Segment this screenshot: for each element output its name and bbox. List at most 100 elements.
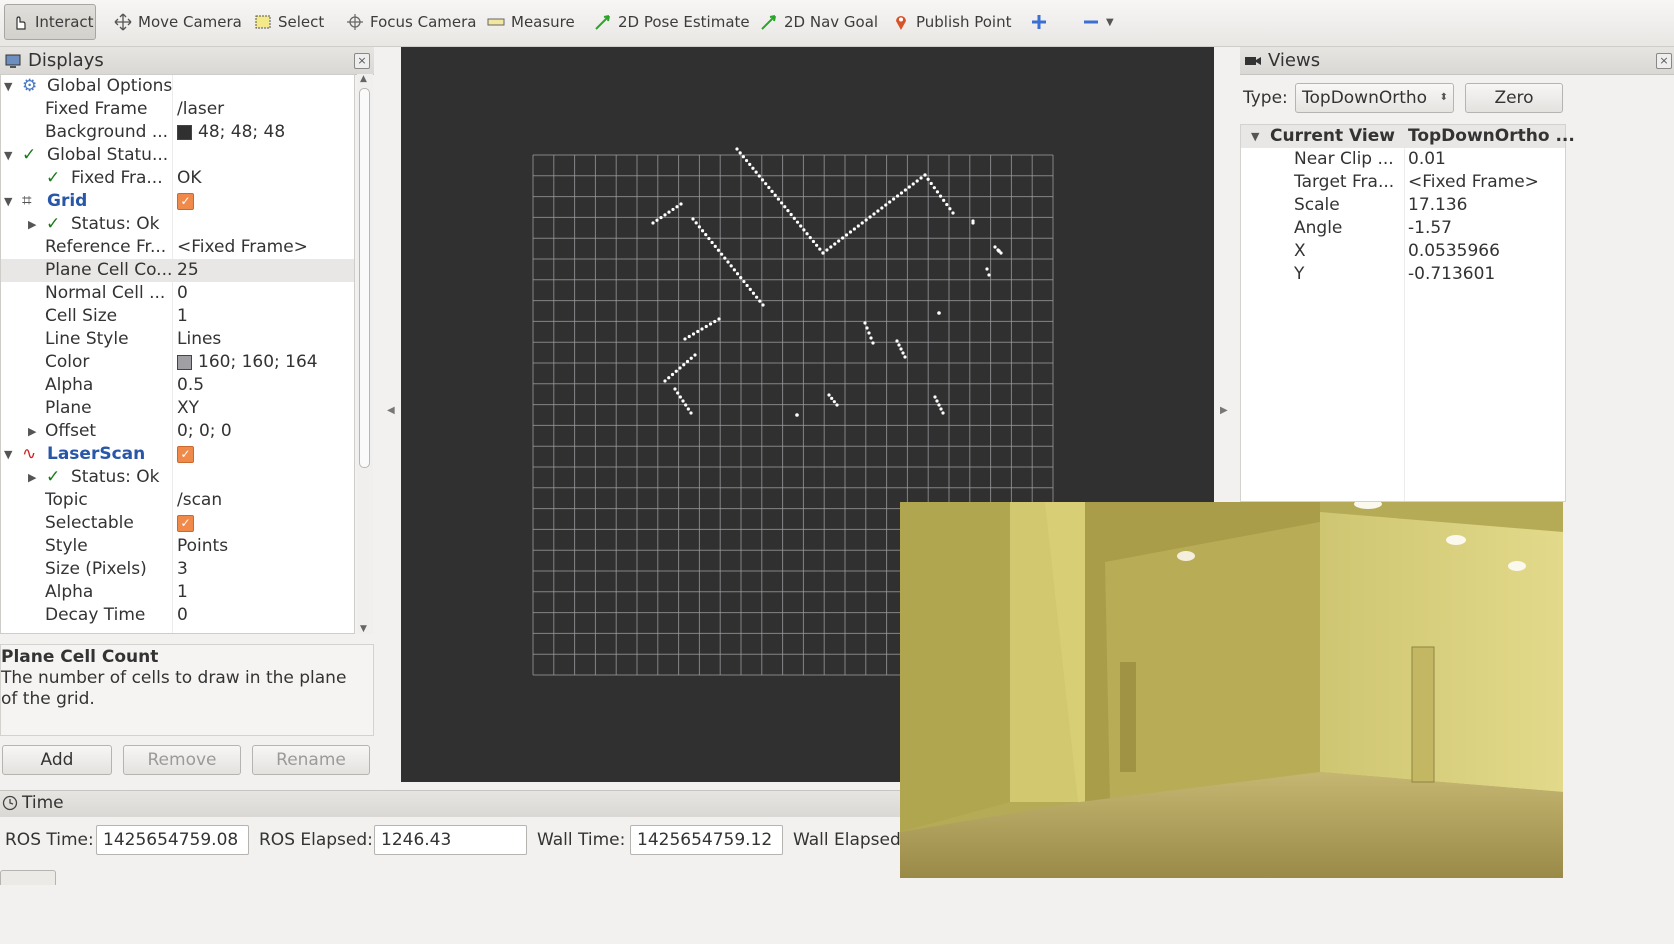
right-splitter-arrow-icon[interactable]: ▶ xyxy=(1220,405,1228,416)
property-row[interactable]: Normal Cell ... 0 xyxy=(1,282,354,305)
property-row[interactable]: ▼ ∿ LaserScan ✓ xyxy=(1,443,354,466)
property-value: 48; 48; 48 xyxy=(177,121,285,144)
view-property-row[interactable]: Scale 17.136 xyxy=(1241,194,1565,217)
view-property-row[interactable]: Near Clip ... 0.01 xyxy=(1241,148,1565,171)
laser-scan-points xyxy=(651,147,1003,417)
property-value: Lines xyxy=(177,329,222,349)
property-value: 0.5 xyxy=(177,375,205,395)
view-property-row[interactable]: Angle -1.57 xyxy=(1241,217,1565,240)
property-row[interactable]: Plane Cell Co... 25 xyxy=(1,259,354,282)
add-button[interactable]: Add xyxy=(2,745,112,775)
close-panel-button[interactable]: × xyxy=(1656,53,1672,69)
collapse-arrow-icon[interactable]: ▶ xyxy=(28,213,36,236)
property-row[interactable]: Size (Pixels) 3 xyxy=(1,558,354,581)
property-row[interactable]: ▼ ✓ Global Statu... xyxy=(1,144,354,167)
current-view-row[interactable]: ▼ Current View TopDownOrtho ... xyxy=(1241,125,1575,148)
property-row[interactable]: Style Points xyxy=(1,535,354,558)
wall-time-field[interactable]: 1425654759.12 xyxy=(630,825,783,855)
color-swatch[interactable] xyxy=(177,124,192,140)
property-value: 1 xyxy=(177,582,188,602)
property-row[interactable]: Plane XY xyxy=(1,397,354,420)
ros-elapsed-field[interactable]: 1246.43 xyxy=(374,825,527,855)
expand-arrow-icon[interactable]: ▼ xyxy=(4,144,12,167)
property-value[interactable]: ✓ xyxy=(177,190,194,213)
property-row[interactable]: Fixed Frame/laser xyxy=(1,98,354,121)
property-row[interactable]: Alpha 0.5 xyxy=(1,374,354,397)
publish-point-label: Publish Point xyxy=(916,13,1012,31)
property-row[interactable]: ▼ ⌗ Grid ✓ xyxy=(1,190,354,213)
monitor-icon xyxy=(5,54,21,68)
view-property-value: 0.01 xyxy=(1408,149,1446,169)
remove-tool-button[interactable]: ▼ xyxy=(1076,4,1120,40)
color-swatch[interactable] xyxy=(177,354,192,370)
move-camera-button[interactable]: Move Camera xyxy=(108,4,248,40)
ros-time-field[interactable]: 1425654759.08 xyxy=(96,825,249,855)
property-row[interactable]: ▼ ⚙ Global Options xyxy=(1,75,354,98)
ros-elapsed-label: ROS Elapsed: xyxy=(259,830,373,850)
color-value: 48; 48; 48 xyxy=(198,122,286,142)
collapse-arrow-icon[interactable]: ▶ xyxy=(28,466,36,489)
collapse-arrow-icon[interactable]: ▶ xyxy=(28,420,36,443)
property-row[interactable]: Reference Fr... <Fixed Frame> xyxy=(1,236,354,259)
view-property-name: Scale xyxy=(1294,195,1340,215)
select-label: Select xyxy=(278,13,325,31)
close-panel-button[interactable]: × xyxy=(354,53,370,69)
zero-button[interactable]: Zero xyxy=(1465,83,1563,113)
property-name: Alpha xyxy=(45,582,94,602)
property-row[interactable]: Cell Size 1 xyxy=(1,305,354,328)
property-value: XY xyxy=(177,398,200,418)
remove-button[interactable]: Remove xyxy=(123,745,241,775)
property-row[interactable]: ✓ Fixed Fra... OK xyxy=(1,167,354,190)
property-row[interactable]: Alpha 1 xyxy=(1,581,354,604)
nav-goal-button[interactable]: 2D Nav Goal xyxy=(754,4,884,40)
select-button[interactable]: Select xyxy=(248,4,330,40)
publish-point-button[interactable]: Publish Point xyxy=(886,4,1017,40)
focus-camera-button[interactable]: Focus Camera xyxy=(340,4,482,40)
add-tool-button[interactable] xyxy=(1024,4,1054,40)
rename-button[interactable]: Rename xyxy=(252,745,370,775)
property-row[interactable]: ▶ ✓ Status: Ok xyxy=(1,213,354,236)
expand-arrow-icon[interactable]: ▼ xyxy=(4,443,12,466)
view-property-row[interactable]: Y -0.713601 xyxy=(1241,263,1565,286)
property-row[interactable]: ▶ ✓ Status: Ok xyxy=(1,466,354,489)
property-row[interactable]: Background ... 48; 48; 48 xyxy=(1,121,354,144)
views-title: Views xyxy=(1268,50,1321,71)
minus-icon xyxy=(1084,20,1098,24)
view-property-row[interactable]: X 0.0535966 xyxy=(1241,240,1565,263)
left-splitter-arrow-icon[interactable]: ◀ xyxy=(387,405,395,416)
view-type-select[interactable]: TopDownOrtho ⬍ xyxy=(1295,83,1454,113)
property-row[interactable]: ▶ Offset 0; 0; 0 xyxy=(1,420,354,443)
property-value[interactable]: ✓ xyxy=(177,443,194,466)
toolbar: Interact Move Camera Select Focus Camera… xyxy=(0,0,1674,47)
enabled-checkbox[interactable]: ✓ xyxy=(177,445,194,463)
reset-button[interactable] xyxy=(0,870,56,885)
enabled-checkbox[interactable]: ✓ xyxy=(177,192,194,210)
displays-tree: ▼ ⚙ Global Options Fixed Frame/laser Backgro… xyxy=(0,74,355,634)
property-row[interactable]: Topic/scan xyxy=(1,489,354,512)
plus-icon xyxy=(1032,15,1046,29)
property-name: Selectable xyxy=(45,513,134,533)
scrollbar-thumb[interactable] xyxy=(359,88,370,468)
property-name: Cell Size xyxy=(45,306,118,326)
pose-estimate-button[interactable]: 2D Pose Estimate xyxy=(588,4,756,40)
enabled-checkbox[interactable]: ✓ xyxy=(177,514,194,532)
property-row[interactable]: Line Style Lines xyxy=(1,328,354,351)
views-tree: ▼ Current View TopDownOrtho ... Near Clip .… xyxy=(1240,124,1575,502)
expand-arrow-icon[interactable]: ▼ xyxy=(4,75,12,98)
laser-scan-icon: ∿ xyxy=(22,444,37,464)
expand-arrow-icon[interactable]: ▼ xyxy=(1251,125,1259,148)
view-type-value: TopDownOrtho xyxy=(1302,88,1428,108)
property-value: 3 xyxy=(177,559,188,579)
property-row[interactable]: Color 160; 160; 164 xyxy=(1,351,354,374)
displays-scrollbar[interactable]: ▲ ▼ xyxy=(357,74,373,634)
move-arrows-icon xyxy=(114,13,132,31)
property-value[interactable]: ✓ xyxy=(177,512,194,535)
interact-button[interactable]: Interact xyxy=(4,4,96,40)
property-row[interactable]: Decay Time 0 xyxy=(1,604,354,627)
view-property-row[interactable]: Target Fra... <Fixed Frame> xyxy=(1241,171,1565,194)
expand-arrow-icon[interactable]: ▼ xyxy=(4,190,12,213)
nav-goal-label: 2D Nav Goal xyxy=(784,13,879,31)
property-row[interactable]: Selectable ✓ xyxy=(1,512,354,535)
property-name: Status: Ok xyxy=(71,214,160,234)
measure-button[interactable]: Measure xyxy=(481,4,581,40)
